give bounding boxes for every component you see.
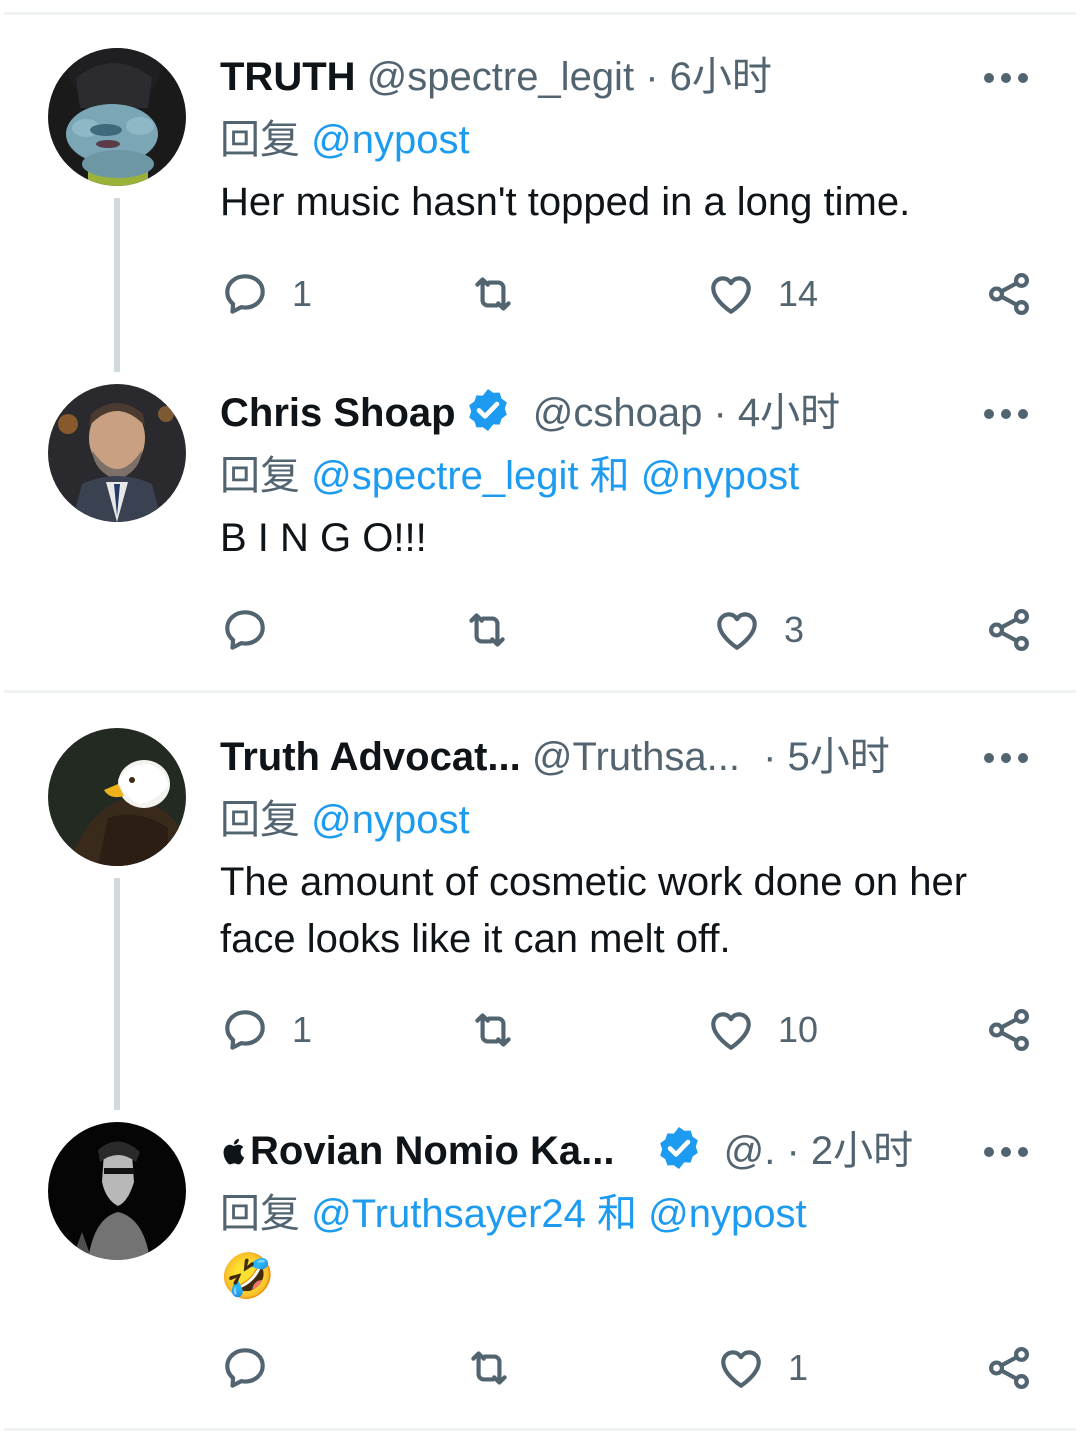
separator-dot: · (713, 391, 727, 435)
display-name-text: Rovian Nomio Ka... (250, 1129, 615, 1173)
apple-logo-icon (223, 1138, 245, 1165)
retweet-button[interactable] (464, 1340, 536, 1396)
reply-context: 回复 @nypost (220, 790, 470, 850)
like-button[interactable]: 3 (712, 602, 804, 658)
user-handle[interactable]: @cshoap (533, 391, 703, 435)
more-options-icon[interactable] (984, 1142, 1028, 1162)
thread-divider (4, 690, 1076, 693)
reply-prefix: 回复 (220, 118, 300, 162)
avatar[interactable] (48, 384, 186, 522)
retweet-icon (475, 277, 511, 311)
reply-button[interactable] (220, 1340, 292, 1396)
tweet-header: Chris Shoap @cshoap · 4小时 (220, 378, 1030, 448)
like-button[interactable]: 14 (706, 266, 818, 322)
action-bar: 1 14 (220, 266, 1029, 322)
heart-icon (711, 1012, 751, 1050)
reply-joiner: 和 (597, 1192, 638, 1236)
separator-dot: · (786, 1129, 800, 1173)
mention-link[interactable]: @nypost (648, 1192, 806, 1236)
bottom-divider (4, 1428, 1076, 1431)
heart-icon (711, 276, 751, 314)
reply-icon (225, 1010, 265, 1050)
share-icon (989, 1008, 1029, 1052)
more-options-icon[interactable] (984, 404, 1028, 424)
tweet-text: B I N G O!!! (220, 516, 427, 560)
reply-prefix: 回复 (220, 1192, 300, 1236)
reply-context: 回复 @Truthsayer24 和 @nypost (220, 1184, 807, 1244)
avatar[interactable] (48, 48, 186, 186)
share-button[interactable] (984, 1340, 1034, 1396)
reply-button[interactable] (220, 602, 292, 658)
action-bar: 1 10 (220, 1002, 1029, 1058)
mention-link[interactable]: @spectre_legit (311, 454, 578, 498)
reply-button[interactable]: 1 (220, 266, 312, 322)
tweet-text: Her music hasn't topped in a long time. (220, 180, 911, 224)
reply-button[interactable]: 1 (220, 1002, 312, 1058)
like-count: 3 (784, 609, 805, 650)
retweet-icon (469, 613, 505, 647)
like-count: 14 (778, 273, 819, 314)
avatar[interactable] (48, 728, 186, 866)
tweet-text: 🤣 (220, 1252, 275, 1301)
reply-count: 1 (292, 1009, 313, 1050)
reply-icon (225, 274, 265, 314)
top-divider (4, 12, 1076, 15)
separator-dot: · (645, 55, 659, 99)
tweet-header: TRUTH @spectre_legit · 6小时 (220, 42, 1030, 112)
retweet-button[interactable] (468, 1002, 540, 1058)
timestamp[interactable]: 5小时 (788, 735, 890, 779)
share-icon (989, 272, 1029, 316)
like-count: 10 (778, 1009, 819, 1050)
more-options-icon[interactable] (984, 68, 1028, 88)
timestamp[interactable]: 4小时 (738, 391, 840, 435)
tweet-text: The amount of cosmetic work done on her … (220, 860, 968, 961)
tweet-header: Truth Advocat... @Truthsa... · 5小时 (220, 722, 1030, 792)
retweet-icon (471, 1351, 507, 1385)
timestamp[interactable]: 2小时 (811, 1129, 913, 1173)
mention-link[interactable]: @Truthsayer24 (311, 1192, 586, 1236)
verified-badge-icon (468, 389, 507, 431)
share-button[interactable] (984, 602, 1034, 658)
retweet-button[interactable] (462, 602, 534, 658)
thread-line (114, 878, 120, 1110)
tweet-header: Rovian Nomio Ka... @. · 2小时 (220, 1116, 1030, 1186)
like-button[interactable]: 10 (706, 1002, 818, 1058)
reply-count: 1 (292, 273, 313, 314)
reply-context: 回复 @spectre_legit 和 @nypost (220, 446, 799, 506)
reply-icon (225, 1348, 265, 1388)
reply-icon (225, 610, 265, 650)
like-button[interactable]: 1 (716, 1340, 808, 1396)
reply-joiner: 和 (589, 454, 630, 498)
separator-dot: · (763, 735, 777, 779)
display-name[interactable]: Chris Shoap (220, 391, 456, 435)
mention-link[interactable]: @nypost (311, 118, 469, 162)
thread-line (114, 198, 120, 372)
user-handle[interactable]: @spectre_legit (367, 55, 634, 99)
user-handle[interactable]: @Truthsa... (532, 735, 740, 779)
share-button[interactable] (984, 266, 1034, 322)
share-button[interactable] (984, 1002, 1034, 1058)
heart-icon (717, 612, 757, 650)
display-name[interactable]: Rovian Nomio Ka... (220, 1129, 615, 1173)
mention-link[interactable]: @nypost (311, 798, 469, 842)
retweet-button[interactable] (468, 266, 540, 322)
more-options-icon[interactable] (984, 748, 1028, 768)
share-icon (989, 1346, 1029, 1390)
reply-context: 回复 @nypost (220, 110, 470, 170)
heart-icon (721, 1350, 761, 1388)
action-bar: 1 (220, 1340, 1029, 1396)
display-name[interactable]: TRUTH (220, 55, 356, 99)
display-name[interactable]: Truth Advocat... (220, 735, 521, 779)
like-count: 1 (788, 1347, 809, 1388)
verified-badge-icon (659, 1127, 698, 1169)
reply-prefix: 回复 (220, 454, 300, 498)
action-bar: 3 (220, 602, 1029, 658)
avatar[interactable] (48, 1122, 186, 1260)
mention-link[interactable]: @nypost (641, 454, 799, 498)
retweet-icon (475, 1013, 511, 1047)
user-handle[interactable]: @. (724, 1129, 776, 1173)
reply-prefix: 回复 (220, 798, 300, 842)
timestamp[interactable]: 6小时 (670, 55, 772, 99)
share-icon (989, 608, 1029, 652)
